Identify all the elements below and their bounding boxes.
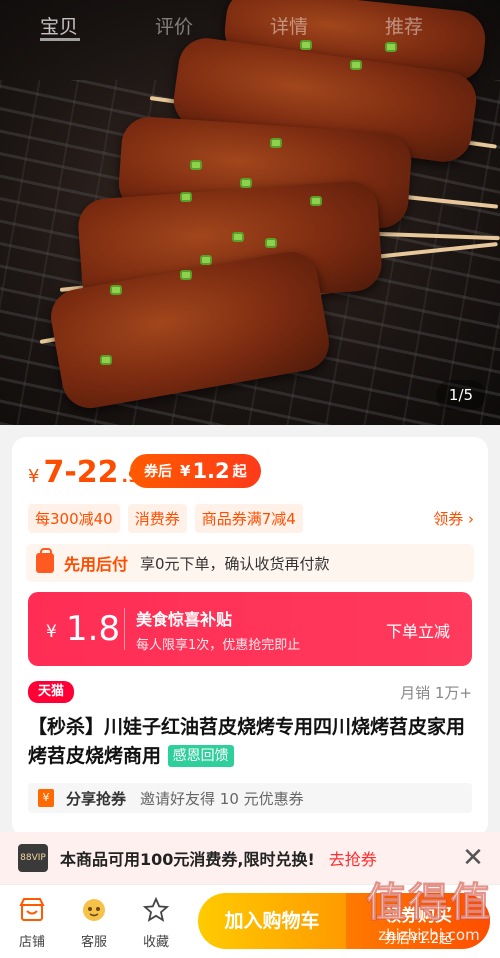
image-counter: 1/5	[436, 380, 486, 410]
star-icon	[142, 896, 170, 922]
close-icon[interactable]: ✕	[460, 845, 486, 871]
grab-coupon-link[interactable]: 去抢券	[329, 846, 377, 870]
product-info-card: ¥ 7-22 .9 券后 ¥ 1.2 起 每300减40 消费券 商品券满7减4…	[12, 437, 488, 837]
share-title: 分享抢券	[66, 789, 127, 808]
subsidy-banner[interactable]: ¥ 1.8 美食惊喜补贴 每人限享1次，优惠抢完即止 下单立减	[28, 592, 472, 666]
vip-badge: 88VIP	[18, 844, 48, 872]
subsidy-cta[interactable]: 下单立减	[386, 618, 450, 642]
top-tab-bar: 宝贝 评价 详情 推荐	[0, 0, 500, 50]
shopping-bag-icon	[36, 548, 54, 573]
price-range: 7-22	[43, 455, 119, 490]
scallion	[100, 355, 112, 365]
pay-later-title: 先用后付	[64, 555, 129, 574]
store-label: 店铺	[18, 935, 45, 950]
tab-recommend[interactable]: 推荐	[385, 12, 500, 39]
bottom-action-bar: 店铺 客服 收藏 加入购物车 领券购买 券后¥1.2起	[0, 884, 500, 958]
add-to-cart-button[interactable]: 加入购物车	[198, 893, 346, 949]
pay-later-desc: 享0元下单，确认收货再付款	[140, 554, 330, 573]
subsidy-amount: 1.8	[66, 609, 121, 649]
scallion	[232, 232, 244, 242]
after-coupon-suffix: 起	[232, 464, 247, 480]
coupon-tags: 每300减40 消费券 商品券满7减4	[28, 504, 303, 533]
scallion	[200, 255, 212, 265]
share-desc: 邀请好友得 10 元优惠券	[140, 789, 304, 808]
tmall-badge: 天猫	[28, 681, 74, 703]
subsidy-title: 美食惊喜补贴	[136, 610, 233, 629]
scallion	[350, 60, 362, 70]
scallion	[190, 160, 202, 170]
after-coupon-label: 券后	[144, 464, 172, 480]
after-coupon-price-badge: 券后 ¥ 1.2 起	[130, 454, 261, 488]
product-title-text: 【秒杀】川娃子红油苕皮烧烤专用四川烧烤苕皮家用烤苕皮烧烤商用	[28, 716, 466, 767]
pay-later-row[interactable]: 先用后付 享0元下单，确认收货再付款	[26, 544, 474, 582]
scallion	[265, 238, 277, 248]
scallion	[110, 285, 122, 295]
buy-with-coupon-button[interactable]: 领券购买 券后¥1.2起	[346, 893, 490, 949]
customer-service-button[interactable]: 客服	[64, 897, 124, 950]
favorite-button[interactable]: 收藏	[126, 896, 186, 950]
buy-button-price: 券后¥1.2起	[384, 932, 452, 947]
tab-item[interactable]: 宝贝	[40, 12, 155, 39]
scallion	[270, 138, 282, 148]
after-coupon-currency: ¥	[180, 462, 191, 480]
scallion	[180, 192, 192, 202]
price: ¥ 7-22 .9	[28, 455, 140, 490]
subsidy-desc: 每人限享1次，优惠抢完即止	[136, 638, 301, 653]
subsidy-divider	[124, 608, 125, 650]
scallion	[310, 196, 322, 206]
banner-text: 本商品可用100元消费券,限时兑换!	[60, 850, 315, 869]
get-coupon-link[interactable]: 领券 ›	[433, 508, 474, 529]
product-title: 【秒杀】川娃子红油苕皮烧烤专用四川烧烤苕皮家用烤苕皮烧烤商用 感恩回馈	[28, 713, 478, 771]
tab-underline	[40, 38, 80, 41]
after-coupon-value: 1.2	[192, 459, 230, 483]
coupon-icon: ¥	[38, 789, 54, 807]
coupon-tag[interactable]: 消费券	[127, 504, 187, 533]
tab-details[interactable]: 详情	[270, 12, 385, 39]
gift-badge: 感恩回馈	[167, 745, 234, 767]
tab-reviews[interactable]: 评价	[155, 12, 270, 39]
scallion	[240, 178, 252, 188]
coupon-tag[interactable]: 每300减40	[28, 504, 120, 533]
customer-service-icon	[83, 899, 105, 921]
vip-coupon-banner[interactable]: 88VIP 本商品可用100元消费券,限时兑换! 去抢券 ✕	[0, 832, 500, 884]
product-image-carousel[interactable]: 宝贝 评价 详情 推荐 1/5	[0, 0, 500, 425]
price-currency: ¥	[28, 466, 40, 487]
service-label: 客服	[80, 935, 107, 950]
scallion	[180, 270, 192, 280]
buy-button-label: 领券购买	[384, 906, 452, 926]
subsidy-currency: ¥	[46, 622, 57, 642]
coupon-tag[interactable]: 商品券满7减4	[194, 504, 303, 533]
store-icon	[19, 898, 45, 921]
store-button[interactable]: 店铺	[2, 897, 62, 950]
favorite-label: 收藏	[142, 935, 169, 950]
monthly-sales: 月销 1万+	[400, 684, 472, 702]
share-coupon-row[interactable]: ¥ 分享抢券 邀请好友得 10 元优惠券	[28, 783, 472, 813]
